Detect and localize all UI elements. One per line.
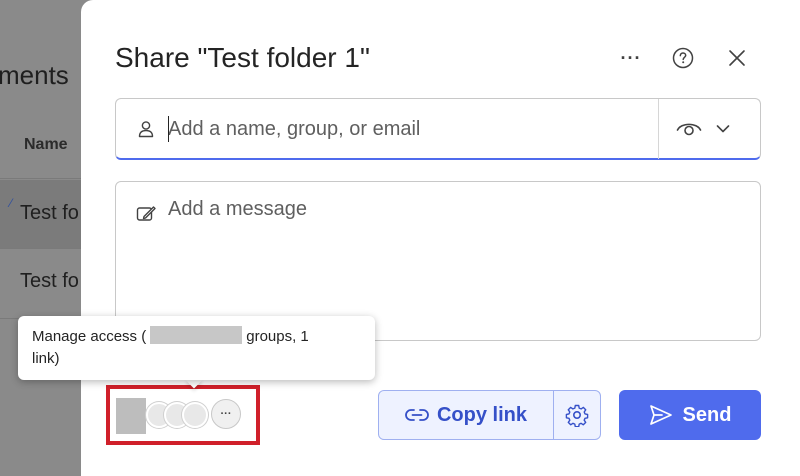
redacted-avatar bbox=[116, 398, 146, 434]
send-label: Send bbox=[682, 403, 732, 426]
background-row-2: Test fo bbox=[20, 270, 79, 292]
permission-dropdown[interactable] bbox=[676, 113, 746, 145]
link-settings-button[interactable] bbox=[553, 390, 601, 440]
tooltip-line2: link) bbox=[32, 350, 60, 367]
recipients-field bbox=[115, 98, 761, 160]
edit-icon bbox=[136, 206, 156, 221]
manage-access-tooltip: Manage access ( groups, 1 link) bbox=[18, 316, 375, 380]
tooltip-suffix: groups, 1 bbox=[246, 328, 309, 345]
gear-icon bbox=[565, 404, 589, 427]
copy-link-label: Copy link bbox=[436, 403, 527, 426]
copy-link-button[interactable]: Copy link bbox=[378, 390, 554, 440]
message-input[interactable] bbox=[168, 198, 738, 328]
link-icon bbox=[405, 409, 429, 421]
close-icon bbox=[729, 50, 745, 66]
tooltip-prefix: Manage access ( bbox=[32, 328, 147, 345]
eye-icon bbox=[676, 123, 702, 136]
send-icon bbox=[649, 405, 672, 425]
person-icon bbox=[138, 121, 154, 138]
send-button[interactable]: Send bbox=[619, 390, 761, 440]
text-cursor bbox=[168, 116, 169, 142]
more-options-icon: ··· bbox=[620, 47, 642, 68]
chevron-down-icon bbox=[716, 125, 730, 133]
background-name-column-header: Name bbox=[24, 136, 68, 153]
dialog-title: Share "Test folder 1" bbox=[115, 42, 370, 73]
redacted-text bbox=[150, 326, 243, 344]
avatar bbox=[182, 402, 208, 428]
background-page-title: ments bbox=[0, 60, 69, 90]
more-access-icon: ··· bbox=[211, 399, 241, 429]
background-row-1: Test fo bbox=[20, 202, 79, 224]
background-row-divider bbox=[0, 248, 90, 249]
more-access-label: ··· bbox=[220, 408, 232, 420]
background-row-divider bbox=[0, 178, 90, 179]
field-separator bbox=[658, 99, 659, 159]
recipients-input[interactable] bbox=[168, 115, 638, 143]
question-circle-icon bbox=[672, 47, 694, 69]
manage-access-button[interactable]: ··· bbox=[116, 396, 244, 436]
more-options-button[interactable]: ··· bbox=[615, 42, 647, 74]
close-button[interactable] bbox=[721, 42, 753, 74]
background-row-sync-mark: ⁄ bbox=[10, 196, 13, 210]
help-button[interactable] bbox=[667, 42, 699, 74]
